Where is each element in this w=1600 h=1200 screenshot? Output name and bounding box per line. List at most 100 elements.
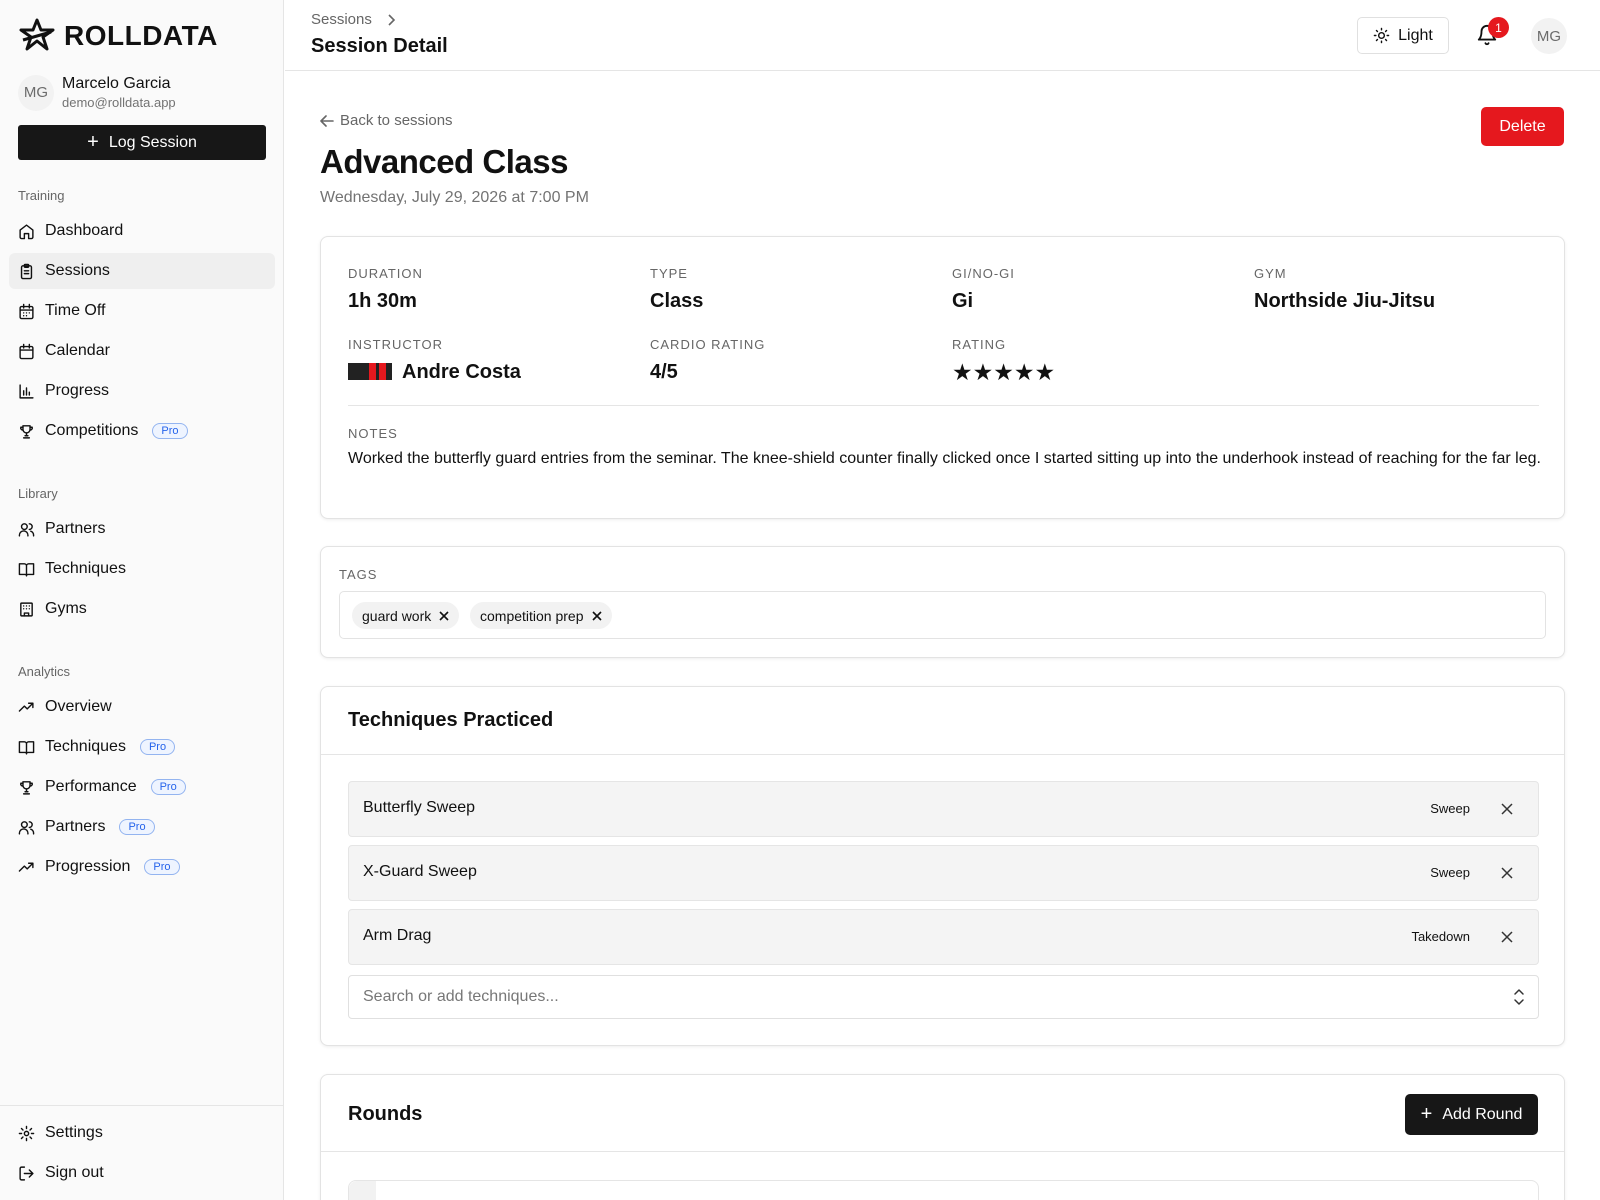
close-icon[interactable] (1499, 865, 1515, 881)
trophy-icon (20, 424, 33, 439)
breadcrumb-sessions-link[interactable]: Sessions (311, 11, 372, 28)
gi-value: Gi (952, 290, 974, 312)
tags-label: TAGS (339, 567, 378, 582)
sidebar-item-time-off[interactable]: Time Off (9, 293, 275, 329)
chevron-up-down-icon (1514, 989, 1524, 1005)
building-icon (20, 601, 33, 617)
sidebar-item-overview[interactable]: Overview (9, 689, 275, 725)
sidebar-item-partners[interactable]: Partners (9, 511, 275, 547)
sidebar-item-label: Progress (45, 382, 110, 399)
close-icon[interactable] (1499, 929, 1515, 945)
technique-name: Arm Drag (363, 927, 432, 944)
plus-icon: + (1420, 1102, 1433, 1125)
sidebar-item-label: Performance (45, 778, 137, 795)
technique-row[interactable]: Butterfly Sweep Sweep (348, 781, 1539, 837)
sidebar-item-progress[interactable]: Progress (9, 373, 275, 409)
technique-search-input[interactable] (348, 975, 1539, 1019)
star-filled-icon: ★ (1013, 359, 1035, 385)
brand-logo[interactable]: ROLLDATA (18, 18, 218, 54)
sidebar-item-performance[interactable]: Performance Pro (9, 769, 275, 805)
session-title: Advanced Class (320, 143, 568, 180)
star-filled-icon: ★ (1034, 359, 1056, 385)
sidebar-item-label: Calendar (45, 342, 110, 359)
calendar-icon (19, 343, 34, 359)
close-icon[interactable] (439, 610, 449, 621)
sidebar-item-competitions[interactable]: Competitions Pro (9, 413, 275, 449)
sidebar-item-label: Techniques (45, 738, 126, 755)
round-item[interactable] (348, 1180, 1539, 1200)
home-icon (19, 223, 34, 239)
sidebar-item-label: Competitions (45, 422, 139, 439)
avatar: MG (18, 74, 54, 111)
sidebar-item-label: Dashboard (45, 222, 124, 239)
sidebar-item-analytics-techniques[interactable]: Techniques Pro (9, 729, 275, 765)
tag-chip: competition prep (470, 602, 612, 629)
notifications-button[interactable]: 1 (1474, 17, 1509, 50)
rolldata-logo-icon (19, 18, 55, 51)
sidebar-item-label: Partners (45, 520, 106, 537)
sidebar-item-calendar[interactable]: Calendar (9, 333, 275, 369)
rating-label: RATING (952, 337, 1007, 352)
duration-value: 1h 30m (348, 290, 417, 312)
users-icon (18, 522, 35, 537)
sidebar-item-sign-out[interactable]: Sign out (9, 1155, 275, 1191)
user-profile[interactable]: MG Marcelo Garcia demo@rolldata.app (18, 74, 176, 111)
book-open-icon (18, 562, 35, 577)
technique-category: Takedown (1411, 929, 1470, 944)
rounds-title: Rounds (348, 1103, 423, 1125)
bar-chart-icon (19, 383, 34, 399)
star-filled-icon: ★ (952, 359, 973, 385)
pro-badge: Pro (150, 779, 186, 795)
brand-name: ROLLDATA (64, 20, 218, 51)
pro-badge: Pro (152, 423, 188, 439)
close-icon[interactable] (591, 610, 602, 621)
cardio-label: CARDIO RATING (650, 337, 766, 352)
sidebar-item-progression[interactable]: Progression Pro (9, 849, 275, 885)
user-avatar-button[interactable]: MG (1531, 18, 1567, 54)
technique-row[interactable]: X-Guard Sweep Sweep (348, 845, 1539, 901)
technique-name: X-Guard Sweep (363, 863, 477, 880)
top-bar: Sessions Session Detail Light 1 MG (285, 0, 1600, 71)
techniques-title: Techniques Practiced (348, 709, 554, 731)
gear-icon (18, 1125, 35, 1141)
techniques-card: Techniques Practiced Butterfly Sweep Swe… (320, 686, 1565, 1046)
instructor-name: Andre Costa (402, 361, 521, 383)
gym-label: GYM (1254, 266, 1287, 281)
back-to-sessions-link[interactable]: Back to sessions (320, 112, 453, 129)
calendar-off-icon (19, 303, 34, 319)
sidebar-item-gyms[interactable]: Gyms (9, 591, 275, 627)
sidebar-item-label: Time Off (45, 302, 106, 319)
pro-badge: Pro (119, 819, 155, 835)
tags-input[interactable]: guard work competition prep (339, 591, 1546, 639)
gi-label: GI/NO-GI (952, 266, 1015, 281)
add-round-button[interactable]: + Add Round (1405, 1094, 1538, 1135)
book-open-icon (18, 740, 35, 755)
sidebar-item-dashboard[interactable]: Dashboard (9, 213, 275, 249)
notes-text: Worked the butterfly guard entries from … (348, 450, 1541, 467)
sidebar-item-techniques[interactable]: Techniques (9, 551, 275, 587)
type-value: Class (650, 290, 704, 312)
duration-label: DURATION (348, 266, 423, 281)
log-session-label: Log Session (108, 133, 197, 151)
pro-badge: Pro (139, 739, 176, 755)
close-icon[interactable] (1499, 801, 1515, 817)
rounds-card: Rounds + Add Round (320, 1074, 1565, 1200)
technique-row[interactable]: Arm Drag Takedown (348, 909, 1539, 965)
sidebar-item-label: Sign out (45, 1164, 104, 1181)
sidebar-item-sessions[interactable]: Sessions (9, 253, 275, 289)
delete-button[interactable]: Delete (1481, 107, 1564, 146)
notes-label: NOTES (348, 426, 398, 441)
user-email: demo@rolldata.app (62, 95, 176, 110)
theme-toggle-button[interactable]: Light (1357, 17, 1449, 54)
page-title: Session Detail (311, 35, 448, 57)
tag-label: guard work (362, 607, 432, 624)
sidebar-item-analytics-partners[interactable]: Partners Pro (9, 809, 275, 845)
sidebar-divider (0, 1105, 284, 1106)
user-name: Marcelo Garcia (62, 75, 171, 92)
back-label: Back to sessions (340, 112, 453, 129)
log-session-button[interactable]: + Log Session (18, 125, 266, 160)
sidebar-item-settings[interactable]: Settings (9, 1115, 275, 1151)
instructor-value: Andre Costa (348, 361, 521, 384)
notification-count-badge: 1 (1488, 17, 1509, 38)
users-icon (18, 820, 35, 835)
